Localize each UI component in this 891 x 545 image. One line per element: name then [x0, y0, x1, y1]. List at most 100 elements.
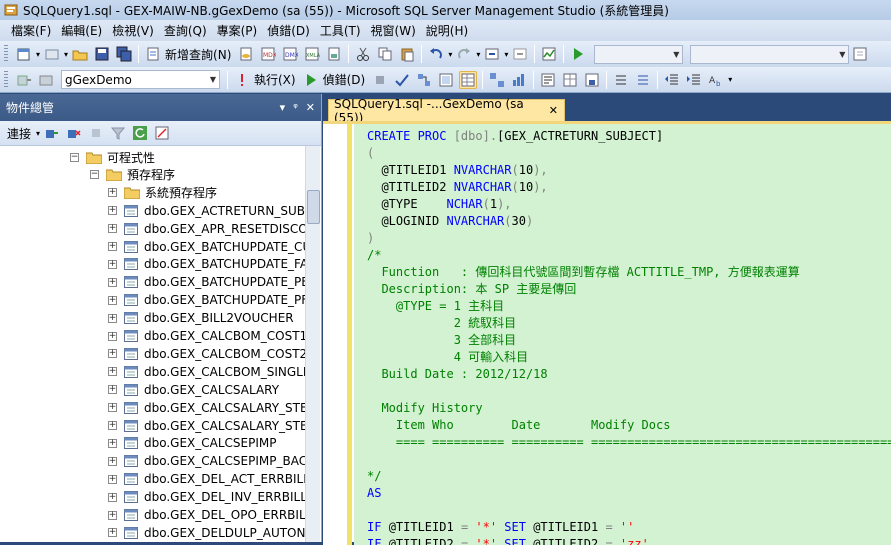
- filter-icon[interactable]: [109, 124, 127, 142]
- activity-monitor-icon[interactable]: [540, 45, 558, 63]
- tree-procedure-node[interactable]: + dbo.GEX_CALCSEPIMP_BAC: [108, 452, 307, 470]
- activity-monitor-icon[interactable]: [153, 124, 171, 142]
- client-statistics-icon[interactable]: [510, 71, 528, 89]
- tab-sqlquery1[interactable]: SQLQuery1.sql -...GexDemo (sa (55)) ✕: [328, 97, 565, 125]
- chevron-down-icon[interactable]: ▾: [448, 50, 452, 59]
- expand-icon[interactable]: +: [108, 242, 117, 251]
- close-icon[interactable]: ✕: [306, 101, 315, 114]
- connect-icon[interactable]: [15, 71, 33, 89]
- analysis-mdx-query-icon[interactable]: MDX: [259, 45, 277, 63]
- debug-button[interactable]: 偵錯(D): [323, 71, 366, 88]
- expand-icon[interactable]: +: [108, 456, 117, 466]
- expand-icon[interactable]: +: [108, 188, 117, 198]
- analysis-dmx-query-icon[interactable]: DMX: [281, 45, 299, 63]
- collapse-icon[interactable]: −: [70, 152, 79, 162]
- tree-procedure-node[interactable]: + dbo.GEX_BATCHUPDATE_CU: [108, 238, 311, 256]
- tree-procedure-node[interactable]: + dbo.GEX_CALCSALARY_STEI: [108, 417, 311, 435]
- copy-icon[interactable]: [376, 45, 394, 63]
- tree-scrollbar[interactable]: [305, 146, 320, 542]
- chevron-down-icon[interactable]: ▾: [476, 50, 480, 59]
- cut-icon[interactable]: [354, 45, 372, 63]
- menu-item[interactable]: 視窗(W): [366, 22, 421, 39]
- new-query-button[interactable]: 新增查詢(N): [165, 46, 231, 63]
- expand-icon[interactable]: +: [108, 367, 117, 377]
- tree-procedure-node[interactable]: + dbo.GEX_DEL_OPO_ERRBILL: [108, 506, 312, 524]
- new-project-icon[interactable]: [15, 45, 33, 63]
- expand-icon[interactable]: +: [108, 277, 117, 287]
- decrease-indent-icon[interactable]: [663, 71, 681, 89]
- menu-item[interactable]: 偵錯(D): [262, 22, 315, 39]
- execute-icon[interactable]: [233, 71, 251, 89]
- undo-icon[interactable]: [427, 45, 445, 63]
- scrollbar-thumb[interactable]: [307, 190, 320, 224]
- sql-editor[interactable]: CREATE PROC [dbo].[GEX_ACTRETURN_SUBJECT…: [323, 121, 891, 545]
- tree-procedure-node[interactable]: + dbo.GEX_CALCBOM_COST2: [108, 345, 307, 363]
- change-connection-icon[interactable]: [37, 71, 55, 89]
- find-in-files-icon[interactable]: [851, 45, 869, 63]
- tree-procedure-node[interactable]: + dbo.GEX_CALCSEPIMP: [108, 434, 277, 452]
- navigate-forward-icon[interactable]: [511, 45, 529, 63]
- tree-folder-node[interactable]: + 系統預存程序: [108, 184, 217, 202]
- menu-item[interactable]: 檔案(F): [6, 22, 56, 39]
- expand-icon[interactable]: +: [108, 528, 117, 538]
- chevron-down-icon[interactable]: ▾: [36, 50, 40, 59]
- collapse-icon[interactable]: −: [90, 170, 99, 180]
- sqlce-query-icon[interactable]: [325, 45, 343, 63]
- start-debugging-icon[interactable]: [569, 45, 587, 63]
- disconnect-icon[interactable]: [65, 124, 83, 142]
- save-all-icon[interactable]: [115, 45, 133, 63]
- code-area[interactable]: CREATE PROC [dbo].[GEX_ACTRETURN_SUBJECT…: [354, 124, 891, 545]
- tree-procedure-node[interactable]: + dbo.GEX_CALCBOM_SINGLE: [108, 363, 310, 381]
- debug-icon[interactable]: [302, 71, 320, 89]
- results-to-grid-icon[interactable]: [459, 70, 478, 89]
- new-query-icon[interactable]: [144, 45, 162, 63]
- add-item-icon[interactable]: [43, 45, 61, 63]
- connect-button[interactable]: 連接: [7, 125, 31, 142]
- expand-icon[interactable]: +: [108, 295, 117, 305]
- chevron-down-icon[interactable]: ▾: [36, 129, 40, 138]
- tree-procedure-node[interactable]: + dbo.GEX_APR_RESETDISCO: [108, 220, 308, 238]
- expand-icon[interactable]: +: [108, 421, 117, 430]
- menu-item[interactable]: 專案(P): [212, 22, 263, 39]
- results-grid-icon[interactable]: [561, 71, 579, 89]
- expand-icon[interactable]: +: [108, 224, 117, 234]
- refresh-icon[interactable]: [131, 124, 149, 142]
- query-designer-icon[interactable]: [437, 71, 455, 89]
- tree-procedure-node[interactable]: + dbo.GEX_DEL_INV_ERRBILL: [108, 488, 307, 506]
- available-databases-combo[interactable]: gGexDemo ▼: [61, 70, 220, 89]
- solution-platform-combo[interactable]: ▼: [690, 44, 850, 64]
- expand-icon[interactable]: +: [108, 510, 117, 520]
- expand-icon[interactable]: +: [108, 331, 117, 341]
- results-to-file-icon[interactable]: [583, 71, 601, 89]
- tree-folder-node[interactable]: − 可程式性: [70, 148, 155, 166]
- specify-template-values-icon[interactable]: Ab: [707, 71, 725, 89]
- chevron-down-icon[interactable]: ▾: [728, 75, 732, 84]
- cancel-execution-icon[interactable]: [371, 71, 389, 89]
- chevron-down-icon[interactable]: ▾: [64, 50, 68, 59]
- execute-button[interactable]: 執行(X): [254, 71, 296, 88]
- tree-procedure-node[interactable]: + dbo.GEX_DELDULP_AUTON: [108, 524, 305, 542]
- tree-procedure-node[interactable]: + dbo.GEX_ACTRETURN_SUB.: [108, 202, 309, 220]
- menu-item[interactable]: 查詢(Q): [159, 22, 212, 39]
- expand-icon[interactable]: +: [108, 492, 117, 502]
- menu-item[interactable]: 檢視(V): [107, 22, 159, 39]
- paste-icon[interactable]: [398, 45, 416, 63]
- analysis-xmla-query-icon[interactable]: XMLA: [303, 45, 321, 63]
- expand-icon[interactable]: +: [108, 349, 117, 359]
- estimated-plan-icon[interactable]: [415, 71, 433, 89]
- results-to-text-icon[interactable]: [539, 71, 557, 89]
- open-folder-icon[interactable]: [71, 45, 89, 63]
- menu-item[interactable]: 工具(T): [315, 22, 366, 39]
- expand-icon[interactable]: +: [108, 438, 117, 448]
- toolbar-grip[interactable]: [4, 70, 8, 89]
- tree-procedure-node[interactable]: + dbo.GEX_BATCHUPDATE_PF: [108, 291, 308, 309]
- expand-icon[interactable]: +: [108, 206, 117, 216]
- tree-procedure-node[interactable]: + dbo.GEX_CALCSALARY_STEI: [108, 399, 311, 417]
- stop-icon[interactable]: [87, 124, 105, 142]
- expand-icon[interactable]: +: [108, 259, 117, 269]
- redo-icon[interactable]: [455, 45, 473, 63]
- tree-procedure-node[interactable]: + dbo.GEX_DEL_ACT_ERRBILL: [108, 470, 310, 488]
- tree-folder-node[interactable]: − 預存程序: [90, 166, 175, 184]
- tree-procedure-node[interactable]: + dbo.GEX_BATCHUPDATE_FA: [108, 255, 308, 273]
- close-tab-icon[interactable]: ✕: [549, 104, 558, 117]
